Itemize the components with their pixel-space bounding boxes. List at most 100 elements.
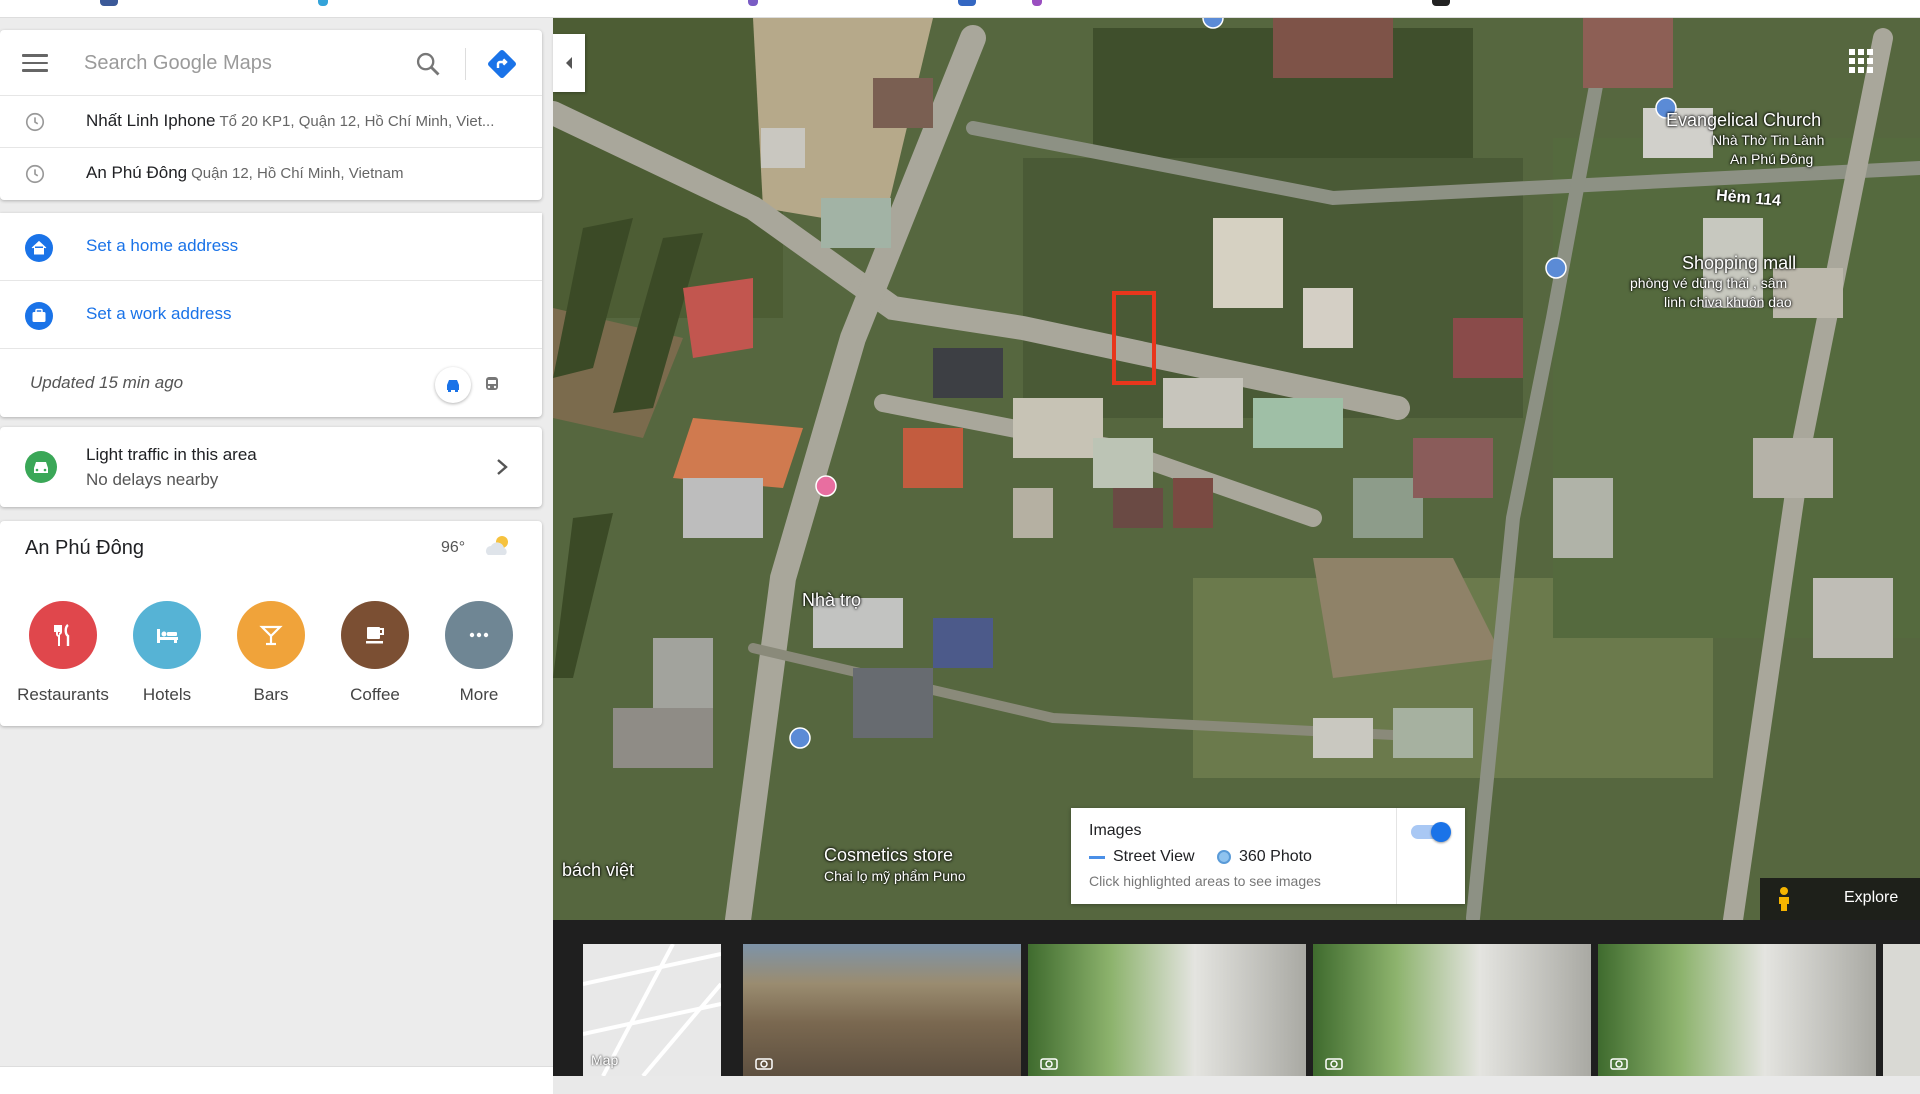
traffic-title: Light traffic in this area — [86, 445, 257, 464]
sidebar-bottom-strip — [0, 1066, 553, 1094]
images-layer-panel: Images Street View 360 Photo Click highl… — [1071, 808, 1465, 904]
photo-thumbnail[interactable] — [743, 944, 1021, 1076]
map-label-cosmetics[interactable]: Cosmetics store — [824, 845, 953, 866]
map-thumbnail[interactable]: Map — [583, 944, 721, 1076]
traffic-car-icon — [25, 451, 57, 483]
images-hint: Click highlighted areas to see images — [1089, 873, 1321, 889]
map-label-bachviet[interactable]: bách việt — [562, 860, 634, 881]
briefcase-icon — [25, 302, 53, 330]
photo-thumbnail[interactable] — [1313, 944, 1591, 1076]
images-title: Images — [1089, 822, 1142, 839]
satellite-map[interactable] — [553, 18, 1920, 920]
set-home-address[interactable]: Set a home address — [0, 213, 542, 281]
bar-icon — [237, 601, 305, 669]
bookmark-icon[interactable] — [1432, 0, 1450, 6]
map-thumbnail-label: Map — [591, 1052, 619, 1068]
category-bars[interactable]: Bars — [221, 601, 321, 721]
camera-icon — [1325, 1058, 1343, 1070]
bookmark-icon[interactable] — [958, 0, 976, 6]
category-hotels[interactable]: Hotels — [117, 601, 217, 721]
map-label-church-sub: Nhà Thờ Tin Lành — [1712, 132, 1825, 148]
bookmark-icon[interactable] — [1032, 0, 1042, 6]
more-icon — [445, 601, 513, 669]
map-label-church[interactable]: Evangelical Church — [1666, 110, 1821, 131]
transit-mode-button[interactable] — [478, 371, 506, 399]
map-label-cosmetics-sub: Chai lọ mỹ phẩm Puno — [824, 868, 966, 884]
coffee-icon — [341, 601, 409, 669]
category-coffee[interactable]: Coffee — [325, 601, 425, 721]
camera-icon — [755, 1058, 773, 1070]
category-restaurants[interactable]: Restaurants — [13, 601, 113, 721]
train-icon — [486, 377, 498, 390]
updated-time: Updated 15 min ago — [30, 373, 184, 392]
search-card: Nhất Linh IphoneTổ 20 KP1, Quận 12, Hồ C… — [0, 30, 542, 200]
pegman-icon — [1779, 887, 1789, 911]
photo-thumbnail[interactable] — [1028, 944, 1306, 1076]
home-icon — [25, 234, 53, 262]
map-label-mall-sub: phòng vé dũng thái , sâm — [1630, 275, 1788, 291]
search-icon[interactable] — [414, 50, 442, 78]
addresses-card: Set a home address Set a work address Up… — [0, 213, 542, 417]
explore-label: Explore — [1844, 889, 1899, 906]
category-label: Hotels — [142, 685, 192, 704]
highlighted-plot-marker — [1112, 291, 1156, 385]
caret-left-icon — [566, 57, 572, 69]
images-toggle[interactable] — [1411, 822, 1451, 842]
bookmark-icon[interactable] — [318, 0, 328, 6]
category-label: Bars — [253, 685, 289, 704]
traffic-card[interactable]: Light traffic in this area No delays nea… — [0, 427, 542, 507]
bookmark-icon[interactable] — [100, 0, 118, 6]
photo-360-dot-icon — [1217, 850, 1231, 864]
home-address-label: Set a home address — [86, 236, 239, 255]
category-label: More — [459, 685, 499, 704]
directions-icon[interactable] — [486, 48, 518, 80]
divider — [1396, 808, 1397, 904]
search-input[interactable] — [84, 46, 394, 80]
recent-name: An Phú Đông — [86, 163, 188, 182]
bookmark-icon[interactable] — [748, 0, 758, 6]
photo-thumbnail[interactable] — [1598, 944, 1876, 1076]
camera-icon — [1040, 1058, 1058, 1070]
area-explore-card: An Phú Đông 96° Restaurants Hotels Bars — [0, 521, 542, 726]
driving-mode-button[interactable] — [435, 367, 471, 403]
category-more[interactable]: More — [429, 601, 529, 721]
sidebar: Nhất Linh IphoneTổ 20 KP1, Quận 12, Hồ C… — [0, 18, 553, 1094]
explore-button[interactable]: Explore — [1760, 878, 1920, 920]
satellite-imagery — [553, 18, 1920, 920]
clock-icon — [25, 112, 45, 132]
recent-address: Quận 12, Hồ Chí Minh, Vietnam — [191, 165, 404, 182]
browser-bookmark-bar — [0, 0, 1920, 18]
menu-icon[interactable] — [22, 54, 48, 72]
temperature: 96° — [441, 539, 466, 556]
recent-search-item[interactable]: Nhất Linh Iphone Tổ 20 KP1, Quận 12, Hồ C… — [0, 96, 542, 148]
map-label-mall-sub: linh chiva khuôn dao — [1664, 294, 1792, 310]
traffic-updated-row: Updated 15 min ago — [0, 349, 542, 417]
street-view-legend: Street View — [1089, 848, 1195, 866]
traffic-subtitle: No delays nearby — [86, 470, 219, 489]
recent-name: Nhất Linh Iphone — [86, 111, 216, 130]
category-label: Coffee — [350, 685, 400, 704]
work-address-label: Set a work address — [86, 304, 232, 323]
camera-icon — [1610, 1058, 1628, 1070]
set-work-address[interactable]: Set a work address — [0, 281, 542, 349]
photo-360-legend: 360 Photo — [1217, 848, 1312, 866]
apps-grid-icon[interactable] — [1848, 48, 1874, 74]
photo-thumbnail[interactable] — [1883, 944, 1920, 1076]
recent-address: Tổ 20 KP1, Quận 12, Hồ Chí Minh, Viet... — [219, 113, 495, 130]
category-label: Restaurants — [17, 685, 109, 704]
street-view-line-icon — [1089, 855, 1105, 859]
recent-search-item[interactable]: An Phú Đông Quận 12, Hồ Chí Minh, Vietnam — [0, 148, 542, 200]
area-title: An Phú Đông — [25, 537, 144, 559]
map-label-mall[interactable]: Shopping mall — [1682, 253, 1796, 274]
hotel-icon — [133, 601, 201, 669]
partly-sunny-icon — [486, 536, 508, 555]
map-label-church-sub: An Phú Đông — [1730, 151, 1814, 167]
chevron-right-icon — [497, 459, 508, 475]
divider — [465, 48, 466, 80]
restaurant-icon — [29, 601, 97, 669]
search-bar — [0, 30, 542, 96]
car-icon — [447, 380, 459, 392]
photo-filmstrip: Map — [553, 920, 1920, 1076]
map-label-motel[interactable]: Nhà trọ — [802, 590, 861, 611]
collapse-sidebar-button[interactable] — [553, 34, 585, 92]
